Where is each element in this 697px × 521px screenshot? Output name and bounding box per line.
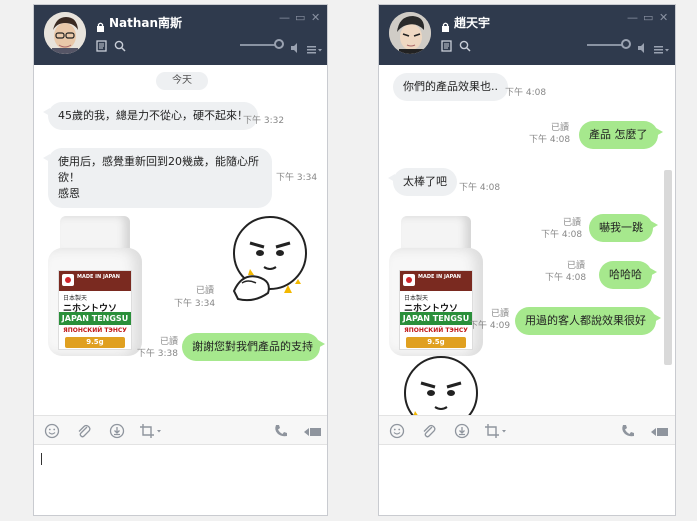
japan-flag-icon <box>403 274 415 286</box>
message-time: 下午 3:34 <box>174 299 216 309</box>
titlebar: 趙天宇 — ▭ ✕ <box>379 5 675 65</box>
maximize-icon[interactable]: ▭ <box>295 11 305 24</box>
emoji-icon[interactable] <box>44 423 60 443</box>
chat-window-nathan: Nathan南斯 — ▭ ✕ 今天 45歲的我，總是力不從心，硬不起來！ 下午 … <box>33 4 328 516</box>
composer-toolbar <box>34 415 327 445</box>
date-divider: 今天 <box>156 72 208 90</box>
label-grams: 9.5g <box>406 337 466 348</box>
download-icon[interactable] <box>109 423 125 443</box>
message-time: 下午 4:08 <box>541 230 583 240</box>
minimize-icon[interactable]: — <box>279 11 290 24</box>
message-input[interactable] <box>379 445 675 515</box>
message-time: 下午 4:08 <box>459 183 501 193</box>
chat-title: 趙天宇 <box>454 16 491 30</box>
message-list[interactable]: 你們的產品效果也.. 下午 4:08 已讀 下午 4:08 產品 怎麼了 太棒了… <box>379 65 675 415</box>
message-bubble[interactable]: 你們的產品效果也.. <box>393 73 508 101</box>
call-icon[interactable] <box>274 423 288 442</box>
emoji-icon[interactable] <box>389 423 405 443</box>
read-status: 已讀 <box>550 123 569 133</box>
message-time: 下午 4:08 <box>545 273 587 283</box>
volume-slider-knob[interactable] <box>621 39 631 49</box>
attach-icon[interactable] <box>76 423 92 443</box>
message-bubble[interactable]: 產品 怎麼了 <box>579 121 662 149</box>
search-icon[interactable] <box>459 37 471 56</box>
product-label: MADE IN JAPAN 日本製天 ニホントウソ JAPAN TENGSU Я… <box>58 270 132 350</box>
read-status: 已讀 <box>195 286 214 296</box>
product-image[interactable]: MADE IN JAPAN 日本製天 ニホントウソ JAPAN TENGSU Я… <box>48 216 144 356</box>
message-time: 下午 3:32 <box>243 116 285 126</box>
message-time: 下午 4:08 <box>505 88 547 98</box>
sticker-image[interactable] <box>401 353 481 415</box>
composer-toolbar <box>379 415 675 445</box>
menu-icon[interactable] <box>654 39 669 58</box>
read-status: 已讀 <box>159 337 178 347</box>
crop-icon[interactable] <box>139 423 161 443</box>
titlebar: Nathan南斯 — ▭ ✕ <box>34 5 327 65</box>
message-bubble[interactable]: 用過的客人都說效果很好 <box>515 307 661 335</box>
label-ru: ЯПОНСКИЙ ТЭНСУ <box>63 327 127 334</box>
call-icon[interactable] <box>621 423 635 442</box>
crop-icon[interactable] <box>484 423 506 443</box>
close-icon[interactable]: ✕ <box>659 11 668 24</box>
volume-icon[interactable] <box>290 38 301 57</box>
label-en: JAPAN TENGSU <box>400 312 472 325</box>
message-time: 下午 3:34 <box>276 173 318 183</box>
product-image[interactable]: MADE IN JAPAN 日本製天 ニホントウソ JAPAN TENGSU Я… <box>389 216 485 356</box>
read-status: 已讀 <box>562 218 581 228</box>
label-ru: ЯПОНСКИЙ ТЭНСУ <box>404 327 468 334</box>
message-line: 感恩 <box>58 187 80 200</box>
message-bubble[interactable]: 太棒了吧 <box>388 168 457 196</box>
bottle-body: MADE IN JAPAN 日本製天 ニホントウソ JAPAN TENGSU Я… <box>389 248 483 356</box>
message-bubble[interactable]: 45歲的我，總是力不從心，硬不起來！ <box>43 102 258 130</box>
avatar[interactable] <box>44 12 86 54</box>
maximize-icon[interactable]: ▭ <box>643 11 653 24</box>
chat-title: Nathan南斯 <box>109 16 183 30</box>
minimize-icon[interactable]: — <box>627 11 638 24</box>
message-bubble[interactable]: 使用后，感覺重新回到20幾歲，能隨心所欲！ 感恩 <box>43 148 272 208</box>
message-input[interactable] <box>34 445 327 515</box>
bottle-body: MADE IN JAPAN 日本製天 ニホントウソ JAPAN TENGSU Я… <box>48 248 142 356</box>
label-made-in: MADE IN JAPAN <box>418 274 461 280</box>
menu-icon[interactable] <box>307 39 322 58</box>
read-status: 已讀 <box>490 309 509 319</box>
message-bubble[interactable]: 哈哈哈 <box>599 261 657 289</box>
message-time: 下午 3:38 <box>136 349 178 359</box>
message-time: 下午 4:08 <box>529 135 571 145</box>
label-grams: 9.5g <box>65 337 125 348</box>
avatar[interactable] <box>389 12 431 54</box>
message-list[interactable]: 今天 45歲的我，總是力不從心，硬不起來！ 下午 3:32 使用后，感覺重新回到… <box>34 65 327 415</box>
search-icon[interactable] <box>114 37 126 56</box>
message-bubble[interactable]: 謝謝您對我們產品的支持 <box>182 333 325 361</box>
message-bubble[interactable]: 嚇我一跳 <box>589 214 658 242</box>
japan-flag-icon <box>62 274 74 286</box>
attach-icon[interactable] <box>421 423 437 443</box>
message-time: 下午 4:09 <box>469 321 511 331</box>
label-made-in: MADE IN JAPAN <box>77 274 120 280</box>
product-label: MADE IN JAPAN 日本製天 ニホントウソ JAPAN TENGSU Я… <box>399 270 473 350</box>
scrollbar[interactable] <box>664 170 672 365</box>
video-icon[interactable] <box>651 423 668 442</box>
close-icon[interactable]: ✕ <box>311 11 320 24</box>
note-icon[interactable] <box>96 37 107 56</box>
note-icon[interactable] <box>441 37 452 56</box>
lock-icon <box>441 17 450 36</box>
label-en: JAPAN TENGSU <box>59 312 131 325</box>
read-status: 已讀 <box>566 261 585 271</box>
text-caret <box>41 453 42 465</box>
download-icon[interactable] <box>454 423 470 443</box>
volume-icon[interactable] <box>637 38 648 57</box>
sticker-image[interactable] <box>228 213 310 308</box>
lock-icon <box>96 17 105 36</box>
video-icon[interactable] <box>304 423 321 442</box>
volume-slider-knob[interactable] <box>274 39 284 49</box>
chat-window-zhao: 趙天宇 — ▭ ✕ 你們的產品效果也.. 下午 4:08 已讀 下午 4:08 … <box>378 4 676 516</box>
message-line: 使用后，感覺重新回到20幾歲，能隨心所欲！ <box>58 155 259 184</box>
